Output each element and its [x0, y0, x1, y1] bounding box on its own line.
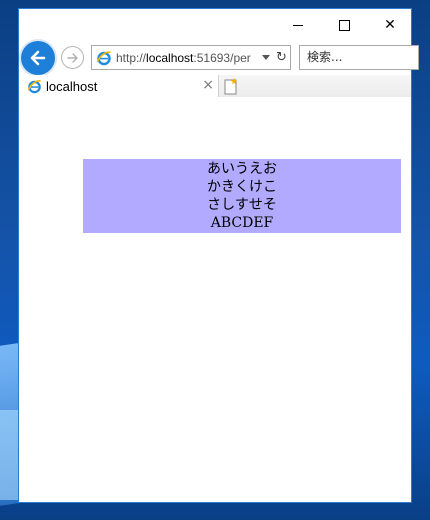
close-tab-icon[interactable]: ×	[202, 77, 214, 93]
minimize-icon	[293, 24, 303, 26]
forward-button[interactable]	[61, 46, 84, 69]
desktop-light-beam	[0, 410, 20, 500]
text-block: あいうえお かきくけこ さしすせそ ABCDEF	[83, 159, 401, 233]
search-input[interactable]: 検索...	[299, 45, 419, 70]
back-button[interactable]	[21, 41, 55, 75]
minimize-button[interactable]	[275, 9, 321, 41]
address-url: http://localhost:51693/per	[116, 51, 259, 65]
address-bar[interactable]: http://localhost:51693/per ↻	[91, 45, 291, 70]
close-window-button[interactable]: ✕	[367, 9, 413, 41]
address-protocol: http://	[116, 50, 147, 65]
navigation-bar: http://localhost:51693/per ↻ 検索...	[19, 41, 419, 75]
text-line: かきくけこ	[207, 179, 277, 195]
new-tab-icon	[224, 78, 237, 95]
text-line: あいうえお	[207, 161, 277, 177]
ie-logo-icon	[26, 78, 42, 94]
new-tab-button[interactable]	[221, 76, 241, 96]
address-path: :51693/per	[193, 50, 251, 65]
maximize-icon	[338, 19, 350, 31]
tab-row: localhost ×	[19, 75, 411, 97]
maximize-button[interactable]	[321, 9, 367, 41]
refresh-icon[interactable]: ↻	[276, 50, 287, 65]
ie-logo-icon	[95, 49, 113, 67]
close-icon: ✕	[384, 17, 396, 33]
tab-localhost[interactable]: localhost ×	[19, 75, 219, 97]
title-bar: ✕	[19, 9, 411, 41]
tab-label: localhost	[46, 78, 98, 94]
arrow-right-icon	[66, 52, 78, 63]
page-content: あいうえお かきくけこ さしすせそ ABCDEF	[19, 97, 411, 502]
dropdown-arrow-icon[interactable]	[262, 55, 270, 60]
browser-window: ✕ http://localhost:51693/per ↻ 検索... loc…	[18, 8, 419, 503]
text-line: さしすせそ	[207, 197, 277, 213]
text-line: ABCDEF	[210, 215, 274, 231]
address-host: localhost	[146, 50, 194, 65]
arrow-left-icon	[30, 50, 46, 66]
